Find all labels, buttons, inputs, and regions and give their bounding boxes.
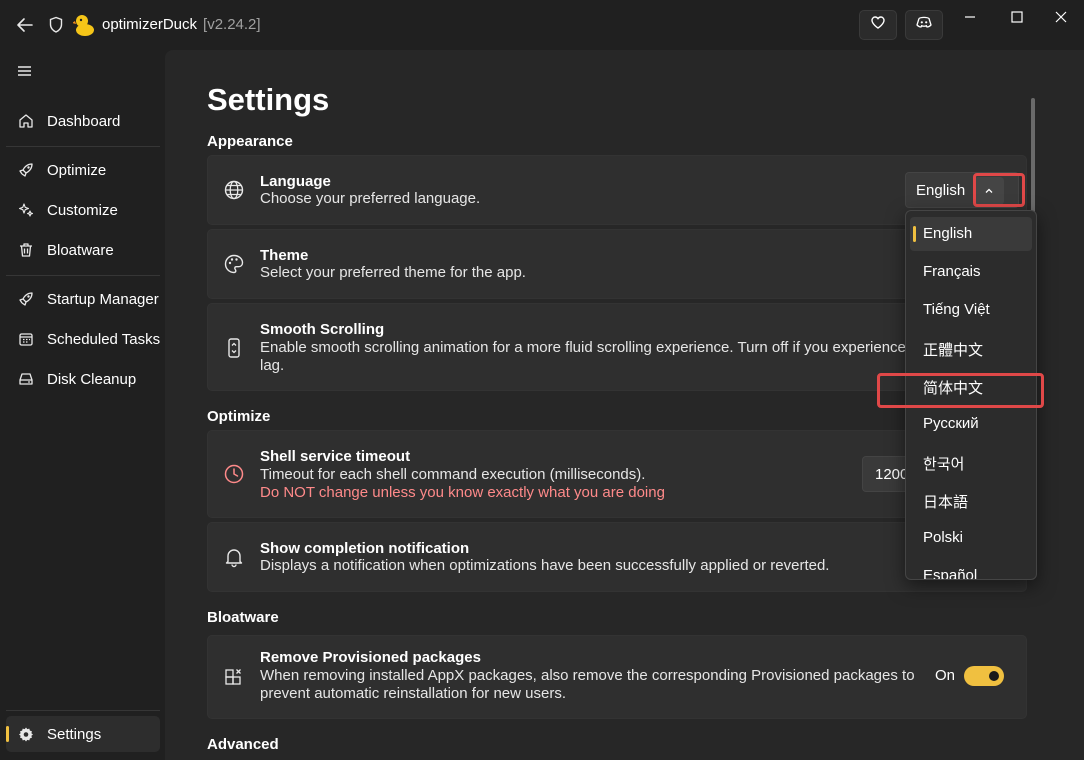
page-title: Settings: [207, 82, 330, 117]
language-option-label: Русский: [923, 415, 979, 432]
scroll-icon: [223, 337, 245, 359]
toggle-knob: [989, 671, 999, 681]
sidebar-item-label: Scheduled Tasks: [47, 330, 161, 348]
sparkle-icon: [18, 202, 34, 218]
provisioned-toggle[interactable]: [964, 666, 1004, 686]
sidebar-item-settings[interactable]: Settings: [6, 716, 160, 752]
language-option[interactable]: Polski: [910, 521, 1032, 555]
trash-icon: [18, 242, 34, 258]
section-heading-optimize: Optimize: [207, 408, 271, 425]
section-heading-advanced: Advanced: [207, 736, 279, 753]
language-option[interactable]: 한국어: [910, 445, 1032, 479]
app-title: optimizerDuck [v2.24.2]: [102, 16, 261, 33]
sidebar-divider: [6, 146, 160, 147]
language-option-label: English: [923, 225, 973, 242]
sidebar-item-bloatware[interactable]: Bloatware: [6, 232, 160, 268]
sidebar-item-label: Dashboard: [47, 112, 121, 130]
sidebar-item-startup-manager[interactable]: Startup Manager: [6, 281, 160, 317]
section-heading-appearance: Appearance: [207, 133, 293, 150]
shell-timeout-title: Shell service timeout: [260, 448, 411, 465]
theme-title: Theme: [260, 247, 309, 264]
language-title: Language: [260, 173, 331, 190]
sidebar-item-disk-cleanup[interactable]: Disk Cleanup: [6, 361, 160, 397]
provisioned-toggle-label: On: [935, 667, 956, 684]
shell-timeout-desc: Timeout for each shell command execution…: [260, 466, 646, 483]
app-version: [v2.24.2]: [203, 16, 261, 33]
clock-icon: [223, 463, 245, 485]
language-option-label: Français: [923, 263, 981, 280]
calendar-icon: [18, 331, 34, 347]
hamburger-menu-icon[interactable]: [16, 64, 34, 78]
sidebar-divider: [6, 275, 160, 276]
sidebar-item-label: Customize: [47, 201, 118, 219]
discord-icon: [916, 16, 932, 34]
disk-icon: [18, 371, 34, 387]
bell-icon: [223, 546, 245, 568]
sidebar-item-dashboard[interactable]: Dashboard: [6, 103, 160, 139]
shell-timeout-warning: Do NOT change unless you know exactly wh…: [260, 484, 665, 501]
selected-indicator: [913, 226, 916, 242]
smooth-scrolling-title: Smooth Scrolling: [260, 321, 385, 338]
language-option[interactable]: Español: [910, 559, 1032, 580]
shell-timeout-card: Shell service timeout Timeout for each s…: [207, 430, 1027, 518]
globe-icon: [223, 179, 245, 201]
app-name: optimizerDuck: [102, 16, 198, 33]
maximize-icon[interactable]: [1005, 8, 1029, 28]
sidebar-item-optimize[interactable]: Optimize: [6, 152, 160, 188]
home-icon: [18, 113, 34, 129]
smooth-scrolling-desc: Enable smooth scrolling animation for a …: [260, 339, 906, 374]
shield-icon: [48, 16, 64, 34]
close-icon[interactable]: [1049, 8, 1073, 28]
language-option-label: 한국어: [923, 456, 965, 473]
language-option-label: 正體中文: [923, 342, 984, 359]
notification-title: Show completion notification: [260, 540, 470, 557]
shell-timeout-value: 1200: [875, 466, 909, 483]
theme-desc: Select your preferred theme for the app.: [260, 264, 526, 281]
gear-icon: [18, 726, 34, 742]
language-card: Language Choose your preferred language.…: [207, 155, 1027, 225]
sidebar-item-label: Bloatware: [47, 241, 114, 259]
discord-button[interactable]: [905, 10, 943, 40]
section-heading-bloatware: Bloatware: [207, 609, 279, 626]
back-arrow-icon[interactable]: [14, 14, 36, 36]
palette-icon: [223, 253, 245, 275]
language-option[interactable]: Français: [910, 255, 1032, 289]
heart-icon: [871, 16, 885, 34]
apps-remove-icon: [223, 666, 245, 688]
sidebar-item-label: Startup Manager: [47, 290, 159, 308]
minimize-icon[interactable]: [958, 8, 982, 28]
title-bar: optimizerDuck [v2.24.2]: [0, 0, 1084, 50]
language-option[interactable]: English: [910, 217, 1032, 251]
donate-button[interactable]: [859, 10, 897, 40]
highlight-box: [973, 173, 1025, 207]
active-indicator: [6, 726, 9, 742]
language-option[interactable]: 正體中文: [910, 331, 1032, 365]
sidebar-item-label: Disk Cleanup: [47, 370, 137, 388]
language-select-value: English: [916, 182, 966, 199]
provisioned-desc: When removing installed AppX packages, a…: [260, 667, 915, 702]
sidebar-item-customize[interactable]: Customize: [6, 192, 160, 228]
rocket-icon: [18, 162, 34, 178]
sidebar-item-label: Optimize: [47, 161, 107, 179]
sidebar-item-label: Settings: [47, 725, 102, 743]
language-option-label: Tiếng Việt: [923, 301, 990, 318]
language-desc: Choose your preferred language.: [260, 190, 481, 207]
provisioned-title: Remove Provisioned packages: [260, 649, 481, 666]
language-option-label: Español: [923, 567, 978, 580]
sidebar: Dashboard Optimize Customize Bloatware S…: [0, 50, 165, 760]
theme-card: Theme Select your preferred theme for th…: [207, 229, 1027, 299]
language-option[interactable]: Tiếng Việt: [910, 293, 1032, 327]
notification-desc: Displays a notification when optimizatio…: [260, 557, 830, 574]
duck-logo-icon: [72, 13, 95, 37]
language-option[interactable]: Русский: [910, 407, 1032, 441]
sidebar-divider: [6, 710, 160, 711]
sidebar-item-scheduled-tasks[interactable]: Scheduled Tasks: [6, 321, 160, 357]
language-option-label: 日本語: [923, 494, 969, 511]
highlight-box: [877, 373, 1044, 408]
language-option[interactable]: 日本語: [910, 483, 1032, 517]
notification-card: Show completion notification Displays a …: [207, 522, 1027, 592]
rocket-icon: [18, 291, 34, 307]
language-option-label: Polski: [923, 529, 964, 546]
provisioned-packages-card: Remove Provisioned packages When removin…: [207, 635, 1027, 719]
